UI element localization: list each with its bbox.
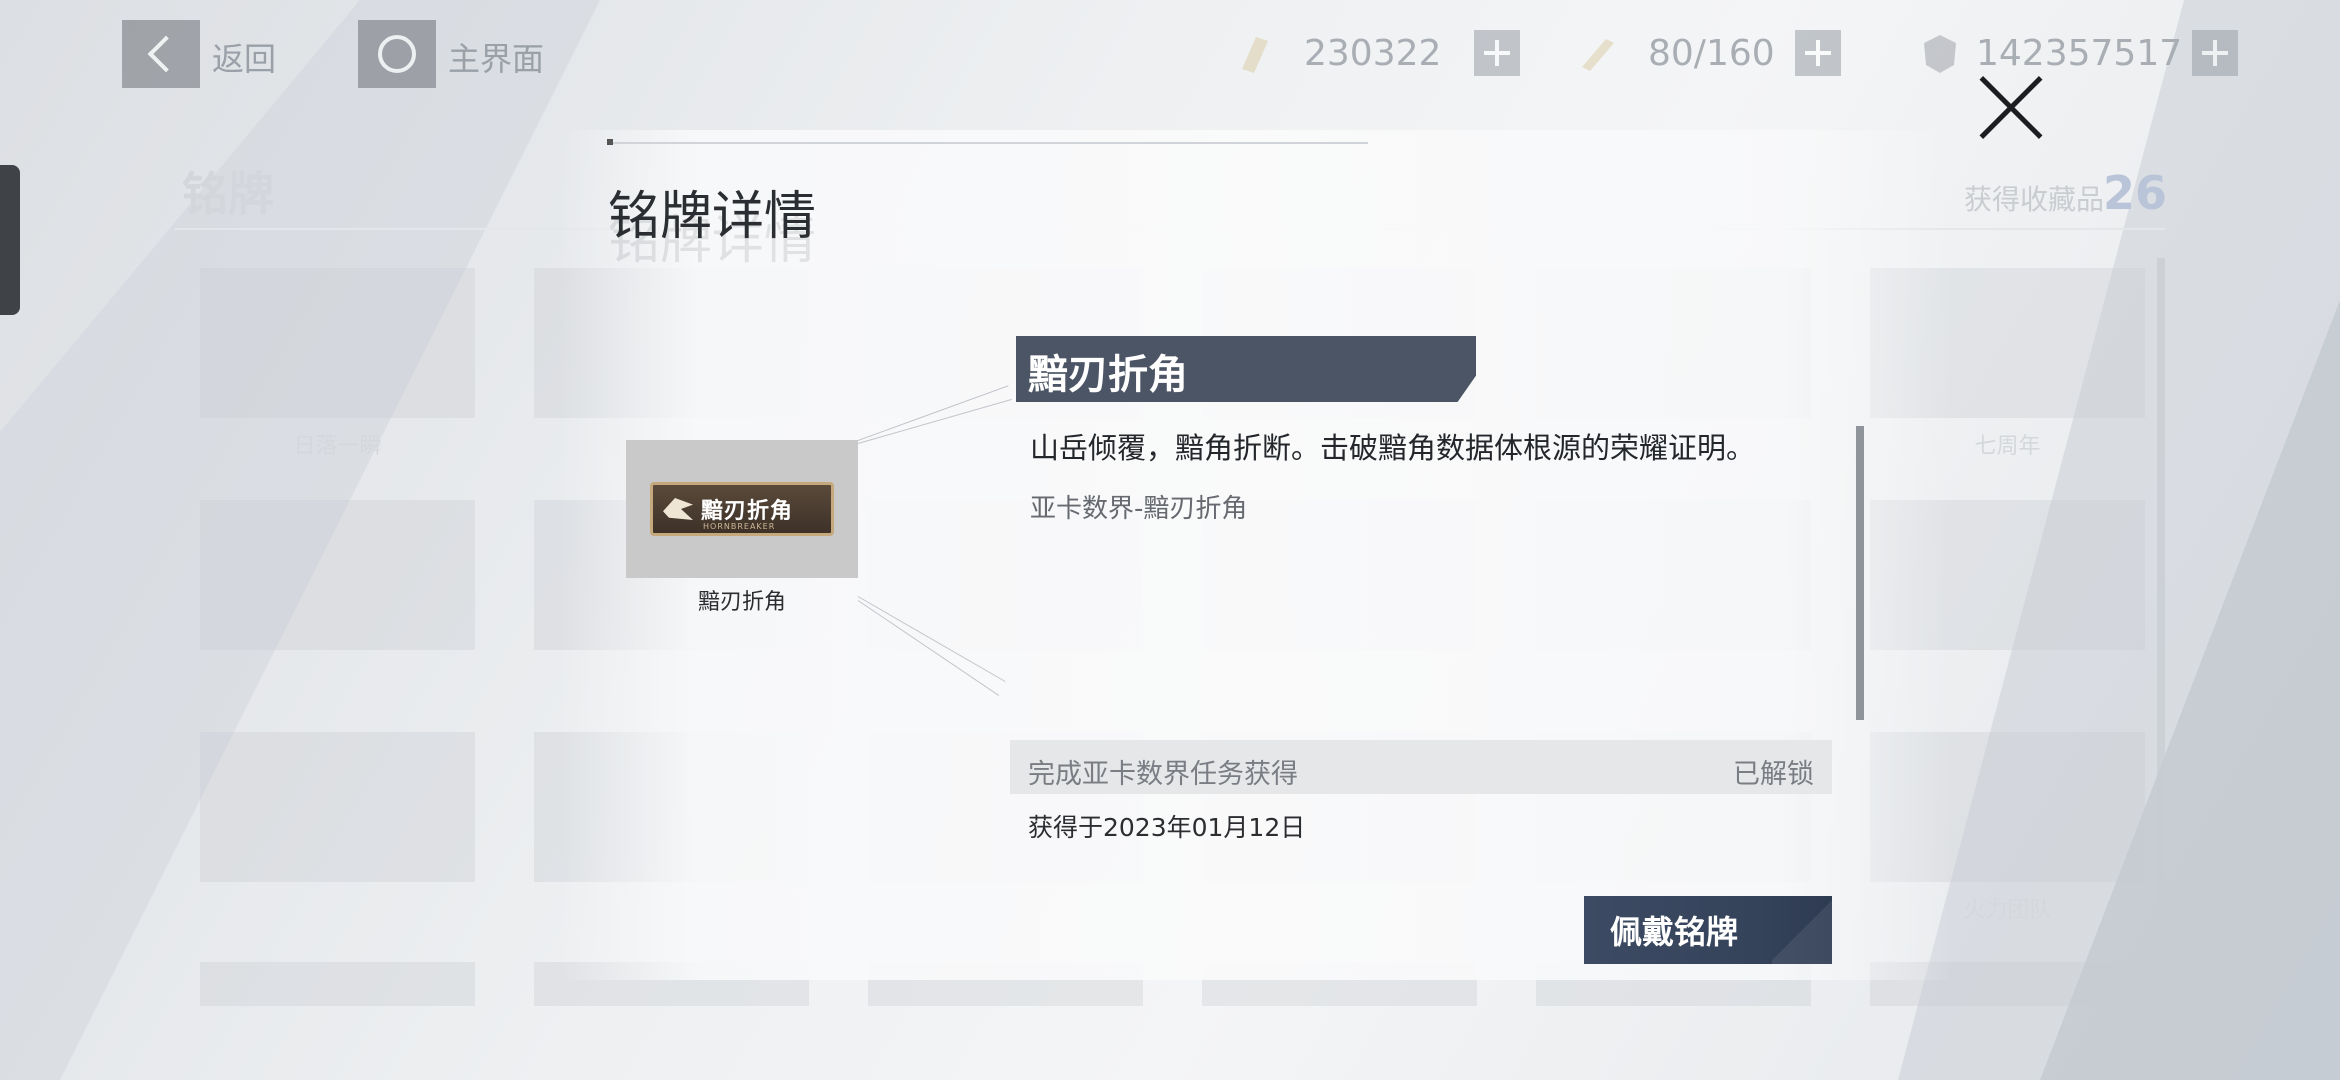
coin-icon [1924, 35, 1956, 73]
home-button[interactable] [358, 20, 436, 88]
badge-name: 黯刃折角 [697, 590, 786, 615]
obtained-date: 获得于2023年01月12日 [1028, 813, 1306, 842]
wear-badge-label: 佩戴铭牌 [1610, 913, 1739, 951]
resource-value: 80/160 [1648, 32, 1775, 74]
detail-name: 黯刃折角 [1028, 352, 1188, 398]
resource-energy: 80/160 [1576, 28, 1841, 78]
add-energy-button[interactable] [1794, 30, 1841, 76]
badge-grid-card[interactable] [200, 732, 475, 882]
detail-source: 亚卡数界-黯刃折角 [1030, 494, 1248, 524]
badge-grid-card[interactable] [200, 962, 475, 1006]
unlock-condition-row: 完成亚卡数界任务获得 已解锁 [1010, 740, 1832, 794]
badge-plate: 黯刃折角 HORNBREAKER [650, 482, 834, 536]
badge-grid-card[interactable] [200, 268, 475, 418]
resource-value: 230322 [1304, 32, 1442, 74]
ticket-icon [1242, 37, 1268, 73]
close-icon[interactable] [1975, 72, 2047, 144]
modal-top-line [608, 142, 1368, 144]
page-scrollbar[interactable] [2157, 258, 2165, 908]
badge-grid-label: 日落一瞬 [293, 434, 382, 459]
back-button[interactable] [122, 20, 200, 88]
horn-icon [663, 498, 693, 520]
resource-ticket: 230322 [1232, 28, 1520, 78]
add-coin-button[interactable] [2192, 30, 2239, 76]
page-title: 铭牌 [182, 167, 274, 221]
home-label[interactable]: 主界面 [448, 34, 544, 80]
add-ticket-button[interactable] [1474, 30, 1520, 76]
energy-icon [1582, 39, 1614, 71]
wear-badge-button[interactable]: 佩戴铭牌 [1584, 896, 1832, 964]
badge-grid-card[interactable] [200, 500, 475, 650]
home-circle-icon [378, 35, 416, 73]
unlock-condition: 完成亚卡数界任务获得 [1028, 759, 1298, 790]
collection-count: 26 [2102, 166, 2167, 220]
resource-coin: 142357517 [1918, 28, 2239, 78]
back-label[interactable]: 返回 [212, 34, 276, 80]
badge-preview[interactable]: 黯刃折角 HORNBREAKER [626, 440, 858, 578]
badge-plate-subtext: HORNBREAKER [703, 522, 776, 531]
side-drawer-tab[interactable] [0, 165, 20, 315]
modal-title: 铭牌详情 [608, 187, 817, 247]
detail-scrollbar[interactable] [1856, 426, 1864, 720]
detail-description: 山岳倾覆，黯角折断。击破黯角数据体根源的荣耀证明。 [1030, 431, 1756, 465]
collection-label: 获得收藏品 [1963, 183, 2104, 216]
unlock-status: 已解锁 [1733, 759, 1814, 790]
badge-plate-text: 黯刃折角 [701, 499, 794, 524]
chevron-left-icon [147, 35, 185, 73]
modal-top-dot [607, 139, 613, 145]
resource-value: 142357517 [1976, 32, 2183, 74]
